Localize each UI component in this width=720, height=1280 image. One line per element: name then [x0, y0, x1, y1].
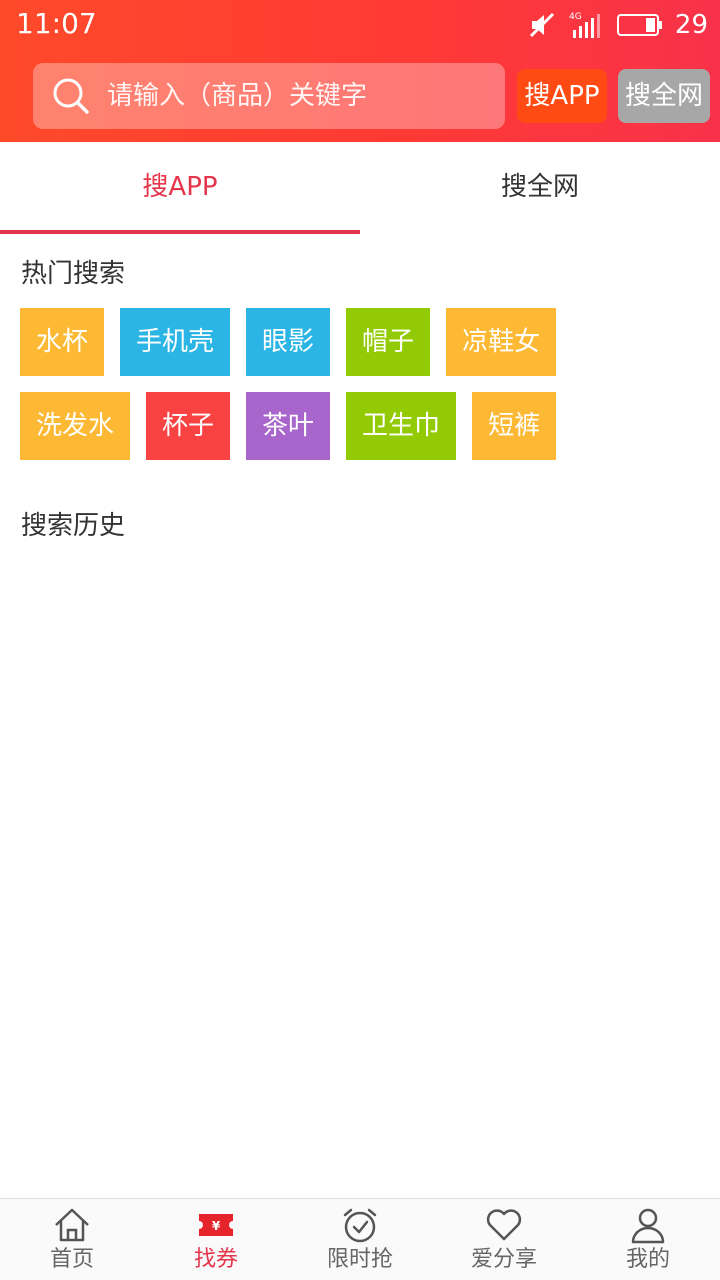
- user-icon: [631, 1208, 665, 1244]
- coupon-icon: ¥: [199, 1214, 233, 1236]
- nav-label: 爱分享: [470, 1247, 537, 1272]
- hot-tag[interactable]: 水杯: [20, 308, 105, 376]
- nav-label: 首页: [49, 1247, 94, 1272]
- hot-tag[interactable]: 洗发水: [20, 392, 131, 460]
- nav-label: 限时抢: [326, 1247, 393, 1272]
- hot-tag[interactable]: 杯子: [146, 392, 231, 460]
- hot-tag[interactable]: 茶叶: [246, 392, 331, 460]
- svg-text:4G: 4G: [569, 12, 582, 22]
- mute-icon: [529, 12, 554, 38]
- hot-tag[interactable]: 短裤: [472, 392, 557, 460]
- search-app-button[interactable]: 搜APP: [517, 69, 607, 123]
- battery-icon: [616, 14, 662, 36]
- search-tabs: 搜APP 搜全网: [0, 142, 720, 234]
- nav-item-share[interactable]: 爱分享: [432, 1199, 576, 1280]
- hot-search-row-1: 水杯 手机壳 眼影 帽子 凉鞋女: [20, 308, 557, 376]
- hot-search-row-2: 洗发水 杯子 茶叶 卫生巾 短裤: [20, 392, 557, 460]
- nav-label: 我的: [625, 1247, 670, 1272]
- svg-text:¥: ¥: [212, 1219, 221, 1233]
- hot-tag[interactable]: 手机壳: [120, 308, 231, 376]
- hot-search-title: 热门搜索: [21, 259, 126, 289]
- search-input[interactable]: [107, 71, 487, 121]
- heart-icon: [486, 1209, 522, 1241]
- tab-search-web[interactable]: 搜全网: [360, 142, 720, 234]
- alarm-clock-icon: [343, 1208, 377, 1243]
- search-history-title: 搜索历史: [21, 511, 126, 541]
- bottom-nav: 首页 ¥ 找券 限时抢 爱分享 我的: [0, 1198, 720, 1280]
- nav-label: 找券: [193, 1247, 238, 1272]
- nav-item-home[interactable]: 首页: [0, 1199, 144, 1280]
- search-web-button[interactable]: 搜全网: [618, 69, 710, 123]
- search-box[interactable]: [33, 63, 505, 129]
- battery-level: 29: [674, 10, 708, 40]
- header: 11:07 4G 29 请输入（商品）关键字 搜APP 搜全网: [0, 0, 720, 142]
- hot-tag[interactable]: 卫生巾: [346, 392, 457, 460]
- nav-item-flash-sale[interactable]: 限时抢: [288, 1199, 432, 1280]
- signal-icon: 4G: [569, 12, 600, 38]
- search-icon: [53, 78, 89, 114]
- nav-item-profile[interactable]: 我的: [576, 1199, 720, 1280]
- status-time: 11:07: [16, 7, 97, 40]
- hot-tag[interactable]: 帽子: [346, 308, 431, 376]
- hot-tag[interactable]: 凉鞋女: [446, 308, 557, 376]
- status-icons: 4G 29: [527, 8, 708, 42]
- nav-item-coupon[interactable]: ¥ 找券: [144, 1199, 288, 1280]
- home-icon: [55, 1208, 89, 1242]
- hot-tag[interactable]: 眼影: [246, 308, 331, 376]
- status-bar: 11:07 4G 29: [0, 0, 720, 50]
- tab-search-app[interactable]: 搜APP: [0, 142, 360, 234]
